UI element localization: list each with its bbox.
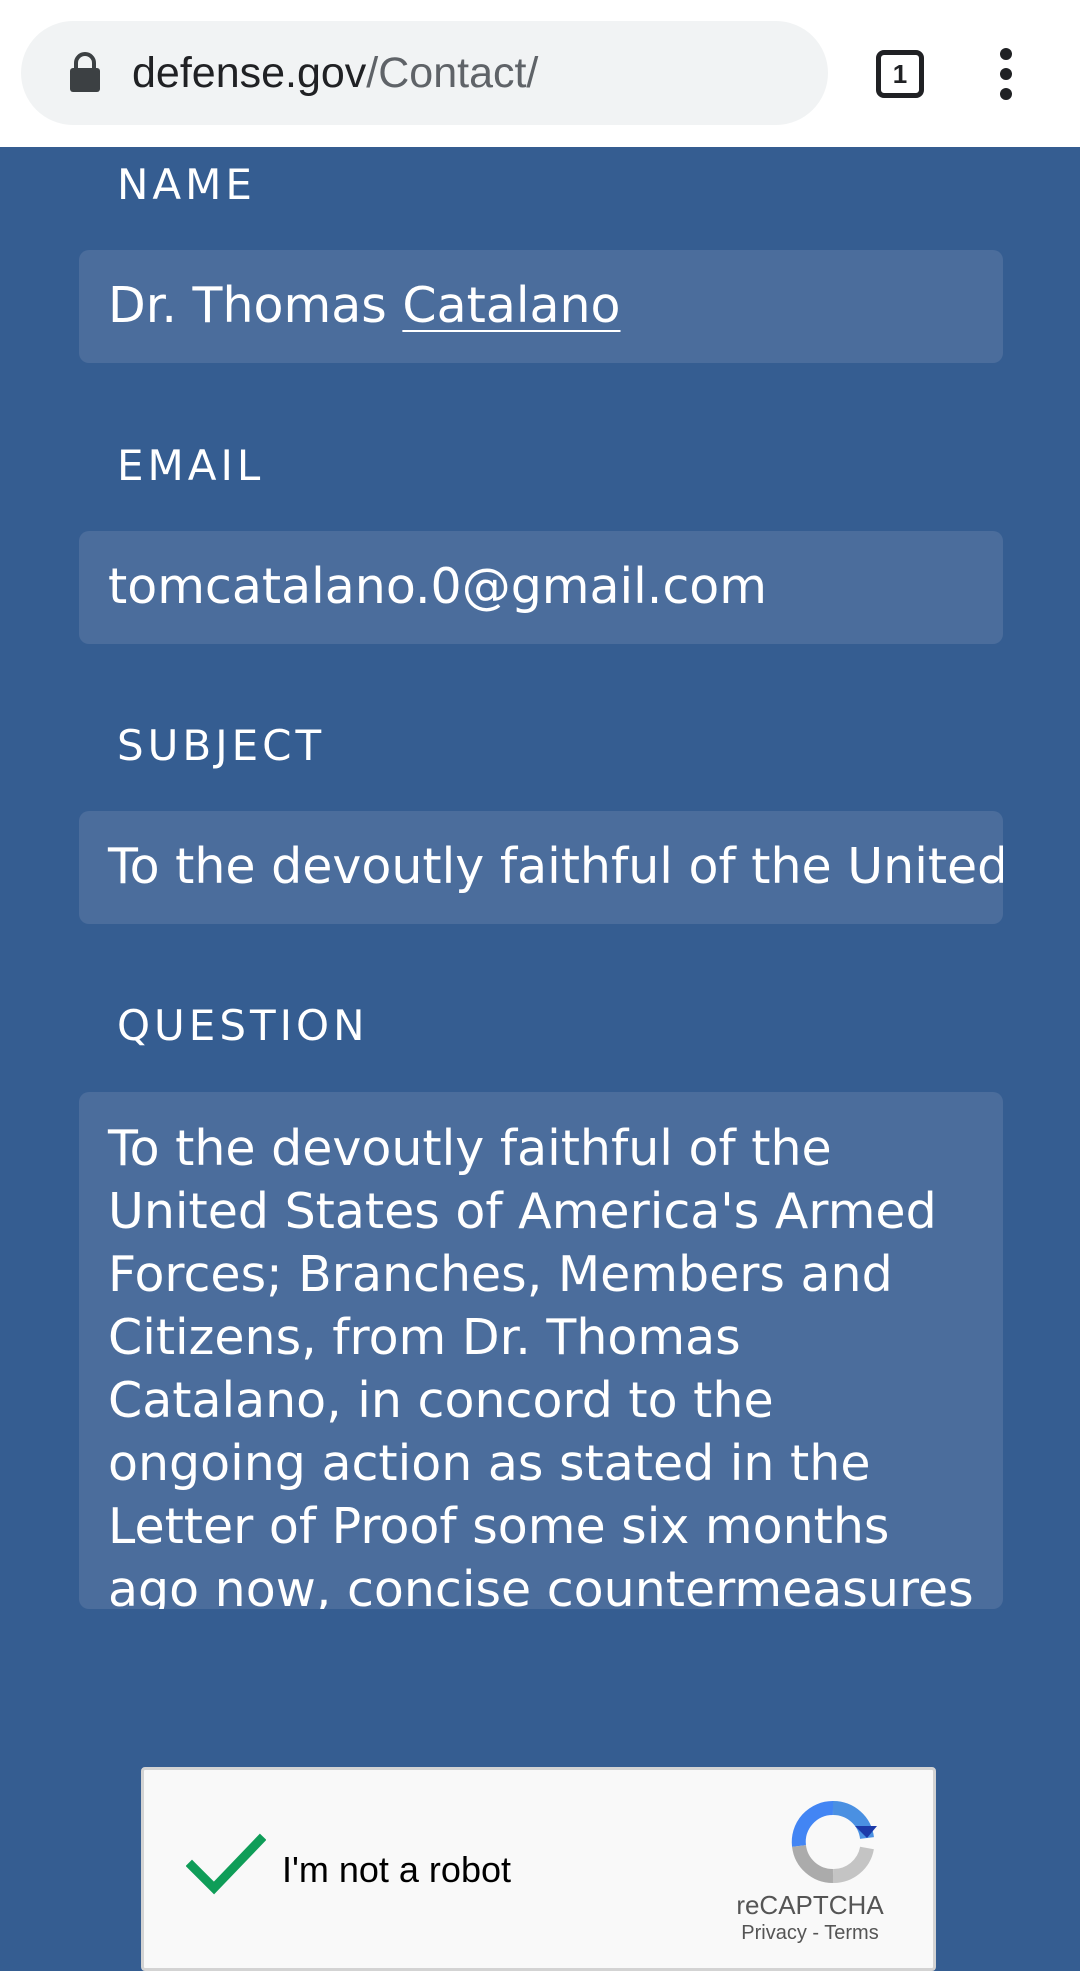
email-field[interactable]: tomcatalano.0@gmail.com xyxy=(79,531,1003,644)
more-menu-icon[interactable] xyxy=(992,48,1020,100)
subject-field[interactable]: To the devoutly faithful of the United xyxy=(79,811,1003,924)
question-label: QUESTION xyxy=(117,1001,369,1050)
name-value-first: Dr. Thomas xyxy=(108,277,403,334)
email-label: EMAIL xyxy=(117,441,265,490)
recaptcha-privacy-terms-links[interactable]: Privacy - Terms xyxy=(704,1922,916,1945)
recaptcha-brand: reCAPTCHA xyxy=(736,1890,884,1920)
checkmark-icon[interactable] xyxy=(186,1830,266,1900)
tab-switcher-button[interactable]: 1 xyxy=(876,50,924,98)
name-label: NAME xyxy=(117,160,256,209)
url-domain: defense.gov xyxy=(132,49,367,97)
address-bar[interactable]: defense.gov/Contact/ xyxy=(21,21,828,125)
subject-label: SUBJECT xyxy=(117,721,326,770)
url-text[interactable]: defense.gov/Contact/ xyxy=(132,46,538,100)
question-textarea[interactable]: To the devoutly faithful of the United S… xyxy=(79,1092,1003,1609)
url-path: /Contact/ xyxy=(366,49,539,97)
recaptcha-logo-icon xyxy=(791,1800,877,1884)
lock-icon xyxy=(70,52,100,92)
browser-toolbar: defense.gov/Contact/ 1 xyxy=(0,0,1080,147)
recaptcha-label: I'm not a robot xyxy=(282,1849,511,1890)
name-field[interactable]: Dr. Thomas Catalano xyxy=(79,250,1003,363)
name-value-last: Catalano xyxy=(402,277,621,334)
recaptcha-widget: I'm not a robot reCAPTCHA Privacy - Term… xyxy=(141,1767,936,1971)
